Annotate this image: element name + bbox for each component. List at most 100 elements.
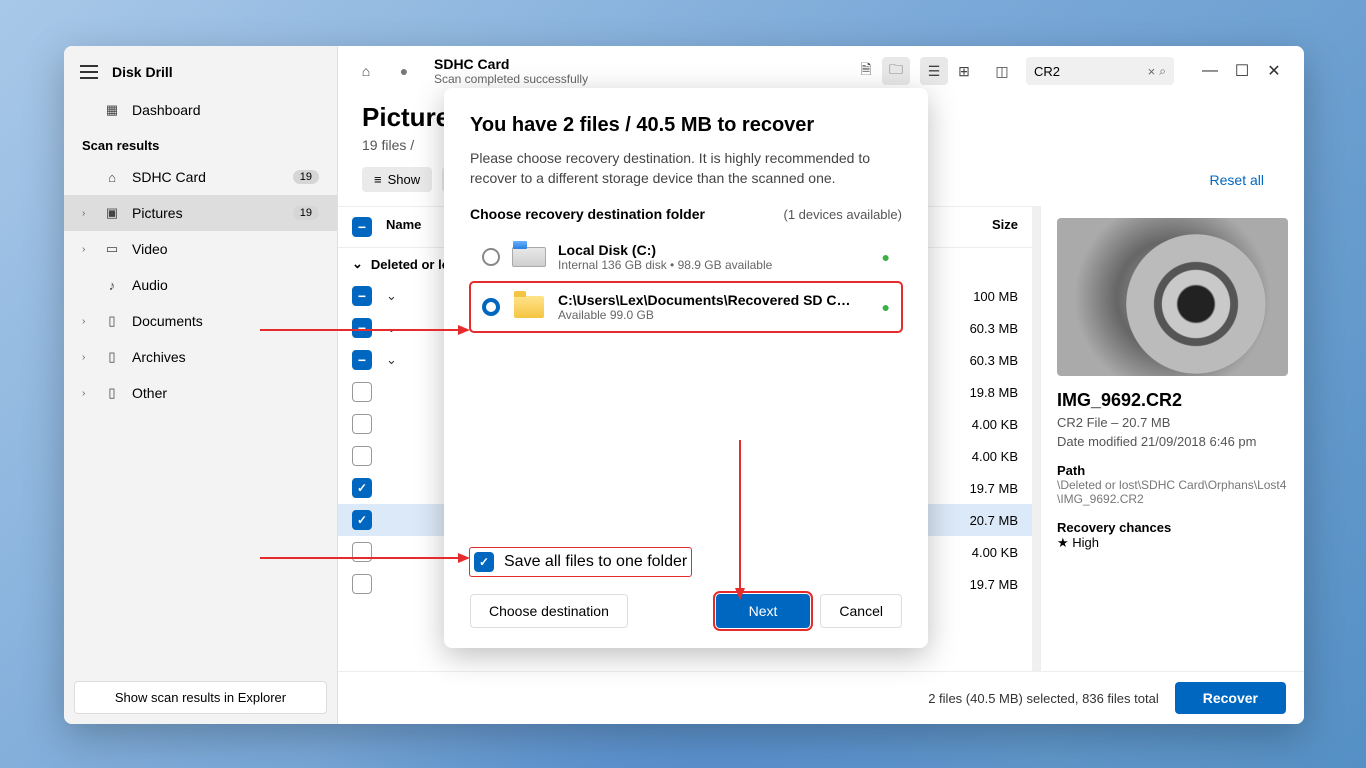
file-size: 19.7 MB [930,577,1018,592]
sidebar-item-documents[interactable]: › ▯ Documents [64,303,337,339]
list-view-icon[interactable]: ☰ [920,57,948,85]
modal-text: Please choose recovery destination. It i… [470,149,902,188]
show-in-explorer-button[interactable]: Show scan results in Explorer [74,681,327,714]
clear-search-icon[interactable]: × [1148,64,1156,79]
file-icon[interactable]: 🗎 [852,57,880,85]
file-size: 60.3 MB [930,353,1018,368]
archive-icon: ▯ [104,350,120,364]
column-size[interactable]: Size [930,217,1018,237]
maximize-button[interactable]: ☐ [1226,57,1258,85]
file-size: 100 MB [930,289,1018,304]
row-checkbox[interactable] [352,478,372,498]
audio-icon: ♪ [104,278,120,292]
filter-icon: ≡ [374,172,382,187]
sidebar-item-archives[interactable]: › ▯ Archives [64,339,337,375]
disk-icon [512,244,546,270]
row-checkbox[interactable] [352,382,372,402]
row-checkbox[interactable] [352,446,372,466]
recover-button[interactable]: Recover [1175,682,1286,714]
minimize-button[interactable]: — [1194,57,1226,85]
drive-status: Scan completed successfully [434,72,588,86]
row-checkbox[interactable] [352,318,372,338]
destination-folder[interactable]: C:\Users\Lex\Documents\Recovered SD C… A… [470,282,902,332]
folder-icon [512,294,546,320]
folder-icon[interactable]: 🗀 [882,57,910,85]
select-all-checkbox[interactable] [352,217,372,237]
search-field[interactable] [1034,64,1144,79]
sidebar-item-label: Dashboard [132,102,201,118]
sidebar-item-audio[interactable]: ♪ Audio [64,267,337,303]
reset-all-link[interactable]: Reset all [1210,172,1264,188]
row-checkbox[interactable] [352,414,372,434]
chevron-right-icon: › [82,316,85,327]
close-button[interactable]: ✕ [1258,57,1290,85]
sidebar-dashboard[interactable]: ▦ Dashboard [64,92,337,128]
scrollbar[interactable] [1032,206,1040,671]
row-checkbox[interactable] [352,542,372,562]
cancel-button[interactable]: Cancel [820,594,902,628]
file-size: 4.00 KB [930,449,1018,464]
file-size: 20.7 MB [930,513,1018,528]
search-input[interactable]: × ⌕ [1026,57,1174,85]
selection-status: 2 files (40.5 MB) selected, 836 files to… [928,691,1159,706]
chances-value: ★ High [1057,535,1288,551]
sidebar-item-video[interactable]: › ▭ Video [64,231,337,267]
radio-icon[interactable] [482,248,500,266]
dest-title: Local Disk (C:) [558,242,870,258]
destination-local-disk[interactable]: Local Disk (C:) Internal 136 GB disk • 9… [470,232,902,282]
menu-icon[interactable] [80,65,98,79]
sidebar-item-other[interactable]: › ▯ Other [64,375,337,411]
chevron-down-icon: ⌄ [386,320,397,336]
preview-panel: ⧉ IMG_9692.CR2 CR2 File – 20.7 MB Date m… [1040,206,1304,671]
save-all-checkbox[interactable] [474,552,494,572]
chances-label: Recovery chances [1057,520,1288,535]
preview-filename: IMG_9692.CR2 [1057,390,1288,411]
sidebar-item-label: Audio [132,277,168,293]
file-size: 19.7 MB [930,481,1018,496]
drive-title: SDHC Card [434,56,588,72]
path-value: \Deleted or lost\SDHC Card\Orphans\Lost4… [1057,478,1288,506]
path-label: Path [1057,463,1288,478]
row-checkbox[interactable] [352,574,372,594]
file-size: 4.00 KB [930,417,1018,432]
sidebar-item-label: SDHC Card [132,169,206,185]
sidebar-toggle-icon[interactable]: ◫ [988,57,1016,85]
grid-icon: ▦ [104,103,120,117]
chevron-right-icon: › [82,244,85,255]
grid-view-icon[interactable]: ⊞ [950,57,978,85]
video-icon: ▭ [104,242,120,256]
radio-icon[interactable] [482,298,500,316]
sidebar-item-label: Documents [132,313,203,329]
save-all-row[interactable]: Save all files to one folder [470,548,691,576]
sidebar-item-label: Video [132,241,168,257]
sidebar-item-label: Pictures [132,205,183,221]
show-filter-pill[interactable]: ≡Show [362,167,432,192]
home-icon[interactable]: ⌂ [352,57,380,85]
next-button[interactable]: Next [716,594,811,628]
file-size: 4.00 KB [930,545,1018,560]
check-circle-icon: ● [882,299,890,315]
devices-count: (1 devices available) [783,207,902,222]
file-size: 60.3 MB [930,321,1018,336]
badge: 19 [293,206,319,220]
choose-destination-button[interactable]: Choose destination [470,594,628,628]
modal-section: Choose recovery destination folder [470,206,705,222]
chevron-down-icon: ⌄ [386,288,397,304]
row-checkbox[interactable] [352,350,372,370]
chevron-right-icon: › [82,208,85,219]
dest-subtitle: Available 99.0 GB [558,308,870,322]
check-circle-icon[interactable]: ● [390,57,418,85]
sidebar: Disk Drill ▦ Dashboard Scan results ⌂ SD… [64,46,338,724]
search-icon[interactable]: ⌕ [1159,64,1166,79]
picture-icon: ▣ [104,206,120,220]
sidebar-item-pictures[interactable]: › ▣ Pictures 19 [64,195,337,231]
drive-icon: ⌂ [104,170,120,184]
row-checkbox[interactable] [352,510,372,530]
check-circle-icon: ● [882,249,890,265]
document-icon: ▯ [104,314,120,328]
recovery-modal: You have 2 files / 40.5 MB to recover Pl… [444,88,928,648]
preview-image [1057,218,1288,376]
sidebar-item-label: Other [132,385,167,401]
row-checkbox[interactable] [352,286,372,306]
sidebar-item-sdhc[interactable]: ⌂ SDHC Card 19 [64,159,337,195]
